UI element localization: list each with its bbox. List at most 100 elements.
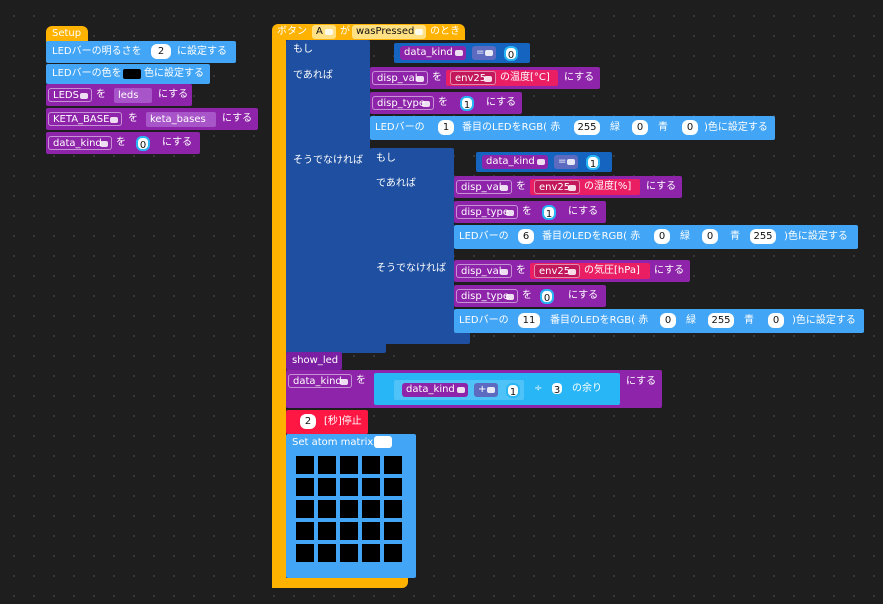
matrix-pixel[interactable] — [318, 522, 336, 540]
if2-else-rgb-suffix: )色に設定する — [792, 315, 856, 326]
if2-else-val-block[interactable]: disp_val を env25 の気圧[hPa] にする — [454, 260, 690, 282]
matrix-color-swatch[interactable] — [374, 436, 392, 448]
modulo-var[interactable]: data_kind — [288, 374, 352, 388]
if1-rgb-g[interactable]: 0 — [632, 120, 648, 135]
matrix-pixel[interactable] — [340, 544, 358, 562]
leds-value[interactable]: leds — [114, 88, 152, 103]
if1-set-val-block[interactable]: disp_val を env25 の温度[°C] にする — [370, 67, 600, 89]
matrix-pixel[interactable] — [318, 478, 336, 496]
matrix-pixel[interactable] — [296, 544, 314, 562]
modulo-add-value[interactable]: 1 — [506, 383, 520, 398]
matrix-pixel[interactable] — [384, 522, 402, 540]
if2-env-block[interactable]: env25 の湿度[%] — [530, 179, 640, 195]
matrix-pixel[interactable] — [318, 544, 336, 562]
if1-cond-var[interactable]: data_kind — [400, 46, 466, 60]
if2-rgb-block[interactable]: LEDバーの 6 番目のLEDをRGB( 赤 0 緑 0 青 255 )色に設定… — [454, 225, 858, 249]
matrix-pixel[interactable] — [296, 478, 314, 496]
matrix-pixel[interactable] — [384, 478, 402, 496]
if2-else-sensor-dropdown[interactable]: env25 — [534, 264, 580, 278]
if2-cond-value[interactable]: 1 — [586, 155, 600, 170]
modulo-inner-var[interactable]: data_kind — [402, 383, 468, 397]
atom-matrix-block[interactable]: Set atom matrix — [286, 434, 416, 578]
color-swatch[interactable] — [123, 69, 141, 79]
if2-else-rgb-b[interactable]: 0 — [768, 313, 784, 328]
matrix-pixel[interactable] — [340, 478, 358, 496]
matrix-pixel[interactable] — [296, 456, 314, 474]
modulo-mod-value[interactable]: 3 — [550, 381, 564, 396]
if2-else-type-var[interactable]: disp_type — [456, 289, 518, 303]
matrix-pixel[interactable] — [384, 456, 402, 474]
leds-var-dropdown[interactable]: LEDS — [48, 88, 92, 102]
set-leds-block[interactable]: LEDS を leds にする — [46, 84, 192, 106]
if2-val-var[interactable]: disp_val — [456, 180, 512, 194]
if2-cond-var[interactable]: data_kind — [482, 155, 548, 169]
if2-else-rgb-index[interactable]: 11 — [518, 313, 540, 328]
if2-sensor-dropdown[interactable]: env25 — [534, 180, 580, 194]
if1-rgb-r[interactable]: 255 — [574, 120, 600, 135]
if2-rgb-r[interactable]: 0 — [654, 229, 670, 244]
if1-rgb-block[interactable]: LEDバーの 1 番目のLEDをRGB( 赤 255 緑 0 青 0 )色に設定… — [370, 116, 775, 140]
brightness-value[interactable]: 2 — [151, 44, 171, 59]
if2-else-val-var[interactable]: disp_val — [456, 264, 512, 278]
modulo-add-block[interactable]: data_kind + 1 — [394, 380, 524, 400]
matrix-pixel[interactable] — [318, 500, 336, 518]
wait-block[interactable]: 2 [秒]停止 — [286, 410, 368, 434]
if1-cond-op[interactable]: = — [472, 46, 496, 60]
led-color-block[interactable]: LEDバーの色を 色に設定する — [46, 64, 210, 84]
wait-value[interactable]: 2 — [300, 414, 316, 429]
matrix-pixel[interactable] — [296, 522, 314, 540]
set-keta-block[interactable]: KETA_BASE を keta_bases にする — [46, 108, 258, 130]
if2-type-value[interactable]: 1 — [542, 205, 556, 220]
event-hat[interactable]: ボタン A が wasPressed のとき — [272, 24, 465, 40]
button-dropdown[interactable]: A — [312, 25, 336, 39]
if2-type-var[interactable]: disp_type — [456, 205, 518, 219]
data-kind-var-dropdown[interactable]: data_kind — [48, 136, 112, 150]
if1-type-var[interactable]: disp_type — [372, 96, 434, 110]
if1-env-block[interactable]: env25 の温度[°C] — [446, 70, 558, 86]
setup-hat[interactable]: Setup — [46, 26, 88, 42]
if2-else-type-value[interactable]: 0 — [540, 289, 554, 304]
if2-set-val-block[interactable]: disp_val を env25 の湿度[%] にする — [454, 176, 682, 198]
if2-condition[interactable]: data_kind = 1 — [476, 152, 612, 172]
if2-else-rgb-r[interactable]: 0 — [660, 313, 676, 328]
keta-var-dropdown[interactable]: KETA_BASE — [48, 112, 122, 126]
matrix-pixel[interactable] — [362, 456, 380, 474]
set-data-kind-block[interactable]: data_kind を 0 にする — [46, 132, 200, 154]
modulo-block[interactable]: data_kind を data_kind + 1 ÷ 3 の余り にする — [286, 370, 662, 408]
if1-val-var[interactable]: disp_val — [372, 71, 428, 85]
modulo-op[interactable]: + — [474, 383, 498, 397]
if2-else-rgb-block[interactable]: LEDバーの 11 番目のLEDをRGB( 赤 0 緑 255 青 0 )色に設… — [454, 309, 864, 333]
keta-value[interactable]: keta_bases — [146, 112, 216, 127]
action-dropdown[interactable]: wasPressed — [352, 25, 426, 39]
if2-rgb-g[interactable]: 0 — [702, 229, 718, 244]
brightness-block[interactable]: LEDバーの明るさを 2 に設定する — [46, 41, 236, 63]
if1-sensor-dropdown[interactable]: env25 — [450, 71, 496, 85]
matrix-pixel[interactable] — [384, 544, 402, 562]
if2-else-rgb-g[interactable]: 255 — [708, 313, 734, 328]
matrix-pixel[interactable] — [296, 500, 314, 518]
if1-condition[interactable]: data_kind = 0 — [394, 43, 530, 63]
if2-else-env-block[interactable]: env25 の気圧[hPa] — [530, 263, 650, 279]
if1-cond-value[interactable]: 0 — [504, 46, 518, 61]
if1-rgb-b[interactable]: 0 — [682, 120, 698, 135]
if1-rgb-index[interactable]: 1 — [438, 120, 454, 135]
matrix-pixel[interactable] — [340, 522, 358, 540]
matrix-pixel[interactable] — [362, 478, 380, 496]
if2-rgb-index[interactable]: 6 — [518, 229, 534, 244]
matrix-pixel[interactable] — [318, 456, 336, 474]
data-kind-value[interactable]: 0 — [136, 136, 150, 151]
if2-else-type-block[interactable]: disp_type を 0 にする — [454, 285, 606, 307]
if2-rgb-b[interactable]: 255 — [750, 229, 776, 244]
matrix-pixel[interactable] — [362, 500, 380, 518]
if2-set-type-block[interactable]: disp_type を 1 にする — [454, 201, 606, 223]
matrix-pixel[interactable] — [362, 544, 380, 562]
if2-cond-op[interactable]: = — [554, 155, 578, 169]
modulo-math-block[interactable]: data_kind + 1 ÷ 3 の余り — [374, 373, 620, 405]
if1-set-type-block[interactable]: disp_type を 1 にする — [370, 92, 522, 114]
matrix-pixel[interactable] — [340, 456, 358, 474]
matrix-pixel[interactable] — [362, 522, 380, 540]
matrix-pixel[interactable] — [340, 500, 358, 518]
if1-type-value[interactable]: 1 — [460, 96, 474, 111]
matrix-pixel[interactable] — [384, 500, 402, 518]
show-led-block[interactable]: show_led — [286, 352, 342, 370]
